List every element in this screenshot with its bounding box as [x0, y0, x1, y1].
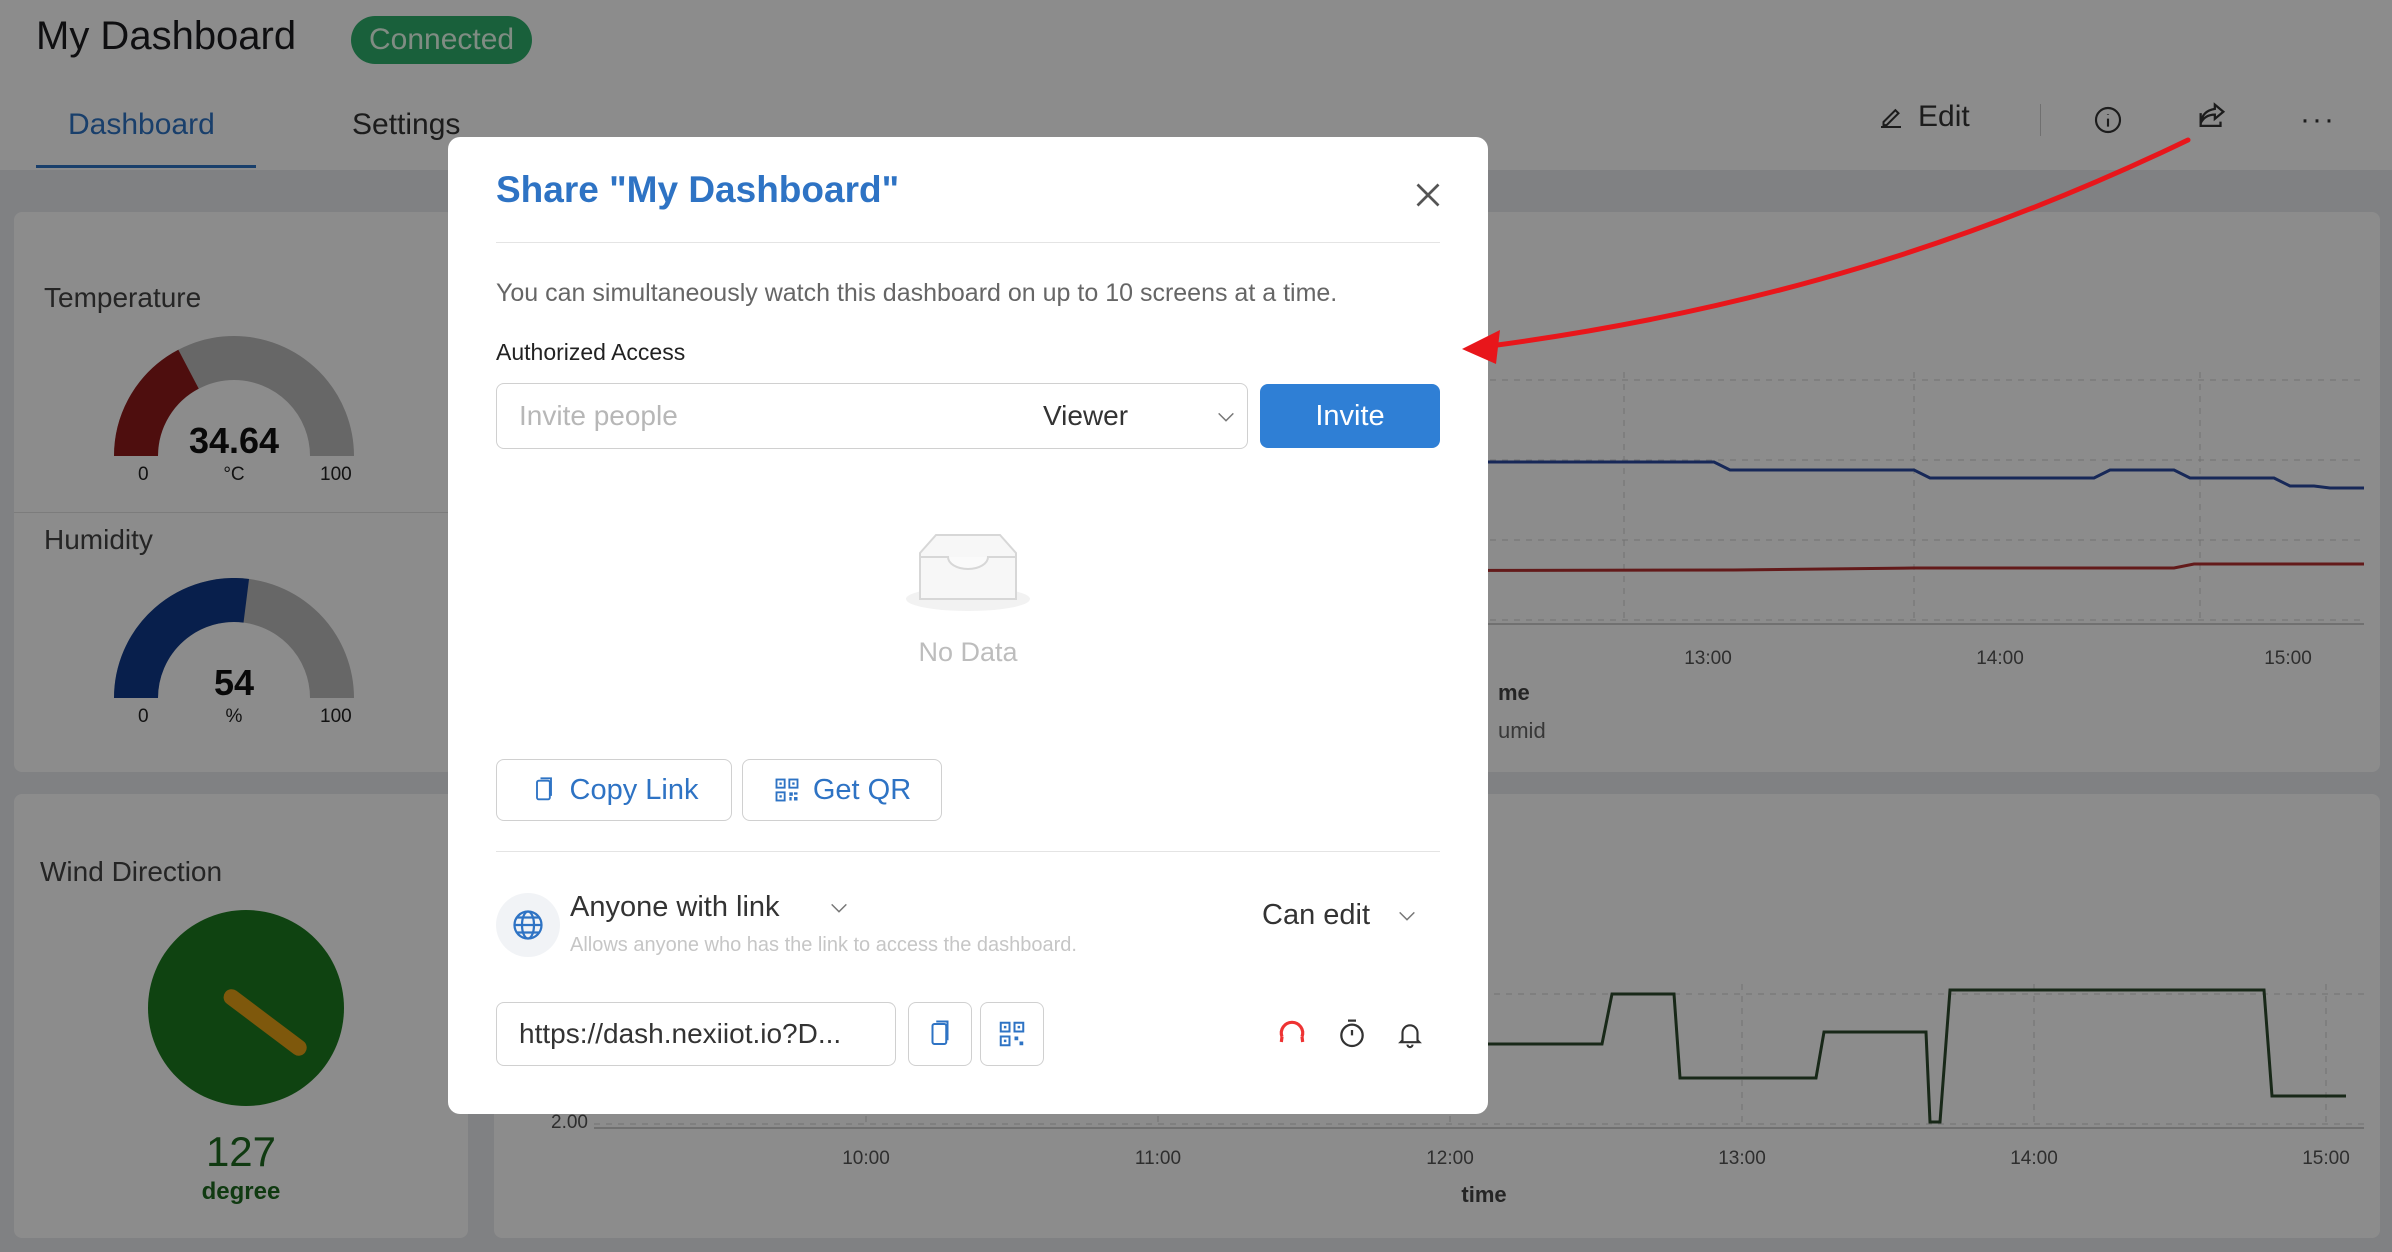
authorized-access-label: Authorized Access [496, 339, 686, 365]
invite-input[interactable] [497, 384, 1017, 448]
show-qr-button[interactable] [980, 1002, 1044, 1066]
get-qr-label: Get QR [812, 773, 912, 806]
copy-link-label: Copy Link [569, 773, 699, 806]
chevron-down-icon[interactable] [828, 897, 850, 919]
globe-icon [496, 893, 560, 957]
chevron-down-icon [1218, 412, 1234, 422]
empty-state-text: No Data [918, 637, 1018, 667]
empty-inbox-icon [906, 534, 1030, 611]
modal-title: Share "My Dashboard" [496, 169, 900, 210]
close-icon[interactable] [1410, 177, 1446, 213]
permission-select[interactable]: Can edit [1262, 899, 1370, 932]
role-select[interactable]: Viewer [1043, 384, 1243, 448]
link-access-hint: Allows anyone who has the link to access… [570, 934, 1077, 956]
timer-icon[interactable] [1334, 1016, 1370, 1052]
copy-icon [535, 777, 552, 801]
share-link-field[interactable]: https://dash.nexiiot.io?D... [496, 1002, 896, 1066]
qr-code-icon [999, 1021, 1025, 1047]
refresh-icon[interactable] [1274, 1016, 1310, 1052]
invite-button[interactable]: Invite [1260, 384, 1440, 448]
link-access-select[interactable]: Anyone with link [570, 891, 780, 924]
get-qr-button[interactable]: Get QR [742, 759, 942, 821]
copy-icon [931, 1020, 949, 1045]
copy-link-button[interactable]: Copy Link [496, 759, 732, 821]
bell-icon[interactable] [1392, 1016, 1428, 1052]
copy-url-button[interactable] [908, 1002, 972, 1066]
invite-box: Viewer [496, 383, 1248, 449]
chevron-down-icon[interactable] [1396, 905, 1418, 927]
modal-description: You can simultaneously watch this dashbo… [496, 279, 1338, 307]
qr-code-icon [775, 778, 799, 802]
role-select-value: Viewer [1043, 400, 1129, 431]
modal-header-divider [496, 242, 1440, 243]
modal-section-divider [496, 851, 1440, 852]
share-modal: Share "My Dashboard" You can simultaneou… [448, 137, 1488, 1114]
